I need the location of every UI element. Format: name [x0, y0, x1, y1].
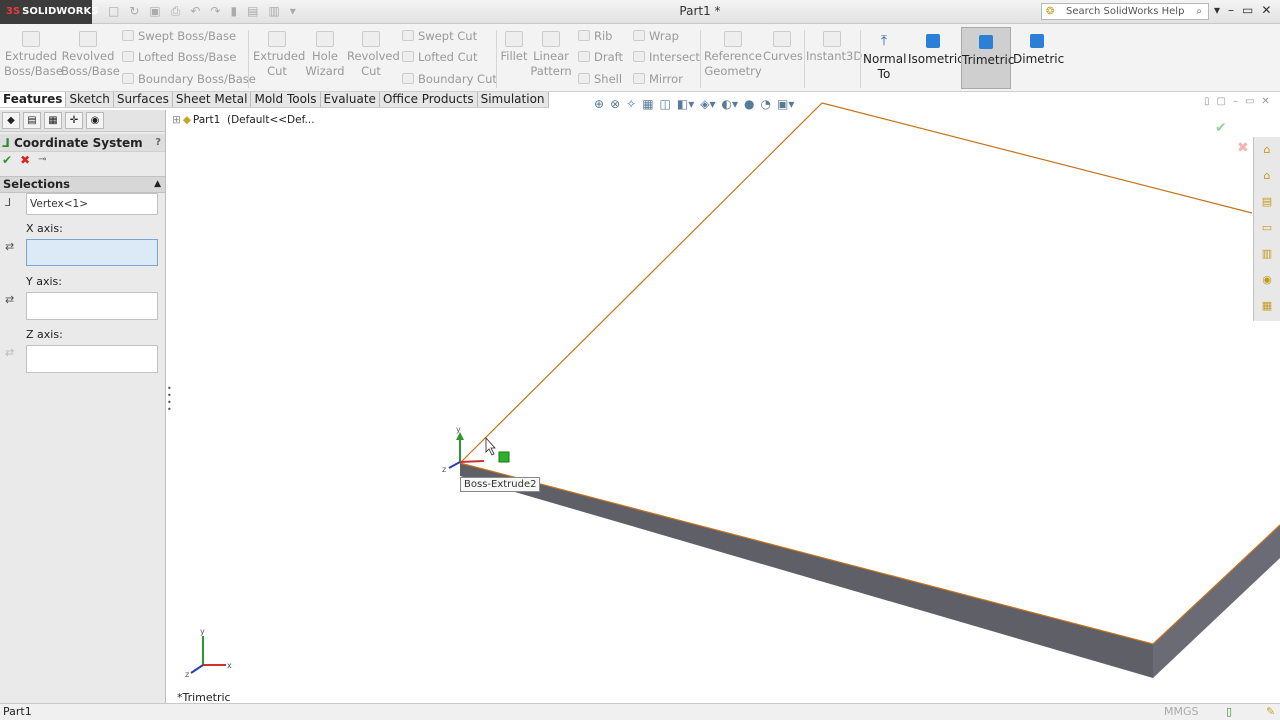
quick-tips-icon[interactable]: ✎ [1266, 704, 1275, 720]
configuration-manager-tab-icon[interactable]: ▦ [44, 112, 62, 129]
view-triad-z-label: z [185, 670, 189, 679]
display-style-icon[interactable]: ◈▾ [700, 97, 715, 111]
z-axis-field[interactable] [26, 345, 158, 373]
view-triad-z-axis [190, 664, 204, 674]
task-pane-tabs: ⌂ ⌂ ▤ ▭ ▥ ◉ ▦ [1253, 137, 1280, 321]
x-axis-field[interactable] [26, 239, 158, 266]
part-icon: ◆ [182, 114, 191, 126]
selected-edge-front[interactable] [459, 462, 1154, 645]
coord-z-label: z [442, 465, 446, 474]
doc-restore-icon[interactable]: ▭ [1245, 96, 1254, 107]
mouse-cursor-icon [485, 436, 496, 456]
tree-part-name: Part1 [192, 114, 221, 126]
y-axis-field[interactable] [26, 292, 158, 320]
flyout-feature-tree[interactable]: ⊞ ◆ Part1 (Default<<Def... [172, 114, 315, 126]
side-face-right [1153, 525, 1280, 678]
z-axis-label: Z axis: [26, 328, 63, 341]
selected-edge-left[interactable] [459, 102, 823, 464]
panel-splitter-handle[interactable]: • • • • [167, 385, 173, 414]
file-explorer-icon[interactable]: ▭ [1254, 215, 1280, 241]
reverse-z-direction-icon[interactable]: ⇄ [5, 346, 19, 360]
home-icon[interactable]: ⌂ [1254, 163, 1280, 189]
reverse-y-direction-icon[interactable]: ⇄ [5, 293, 19, 307]
coord-y-label: y [456, 425, 461, 434]
document-window-controls: ▯ ▢ – ▭ ✕ [1204, 96, 1270, 107]
tile-icon[interactable]: ▯ [1204, 96, 1210, 107]
property-manager-tab-icon[interactable]: ▤ [23, 112, 41, 129]
pm-title-text: Coordinate System [14, 136, 143, 150]
design-library-icon[interactable]: ▤ [1254, 189, 1280, 215]
view-settings-icon[interactable]: ▣▾ [777, 97, 794, 111]
tree-config-name: (Default<<Def... [227, 114, 315, 126]
doc-close-icon[interactable]: ✕ [1261, 96, 1269, 107]
side-face-front [460, 463, 1153, 678]
help-button[interactable]: ? [155, 134, 161, 152]
unit-system-selector[interactable]: MMGS [1164, 704, 1199, 720]
selected-edge-back[interactable] [821, 102, 1253, 214]
display-manager-tab-icon[interactable]: ◉ [86, 112, 104, 129]
cancel-x-icon[interactable]: ✖ [20, 152, 30, 168]
status-document-name: Part1 [3, 705, 32, 718]
feature-manager-tab-icon[interactable]: ◆ [2, 112, 20, 129]
solidworks-resources-icon[interactable]: ⌂ [1254, 137, 1280, 163]
view-triad-y-label: y [200, 627, 205, 636]
pm-action-buttons: ✔ ✖ ⊸ [0, 152, 165, 168]
confirm-cancel-icon[interactable]: ✖ [1237, 140, 1249, 156]
view-orientation-icon[interactable]: ◧▾ [677, 97, 694, 111]
previous-view-icon[interactable]: ✧ [626, 97, 636, 111]
manager-tabs: ◆ ▤ ▦ ✛ ◉ [0, 110, 165, 132]
ok-check-icon[interactable]: ✔ [2, 152, 12, 168]
section-view-icon[interactable]: ▦ [642, 97, 653, 111]
zoom-to-area-icon[interactable]: ⊗ [610, 97, 620, 111]
collapse-caret-icon[interactable]: ▲ [154, 177, 161, 192]
coord-z-axis [448, 461, 461, 469]
appearances-icon[interactable]: ◉ [1254, 267, 1280, 293]
zoom-to-fit-icon[interactable]: ⊕ [594, 97, 604, 111]
expand-icon[interactable]: ⊞ [172, 114, 181, 126]
selections-group-header[interactable]: Selections ▲ [0, 176, 165, 193]
origin-icon: ⅃ [5, 196, 12, 209]
x-axis-label: X axis: [26, 222, 63, 235]
edit-appearance-icon[interactable]: ● [744, 97, 754, 111]
view-triad-x-label: x [227, 661, 232, 670]
y-axis-label: Y axis: [26, 275, 62, 288]
dimxpert-manager-tab-icon[interactable]: ✛ [65, 112, 83, 129]
doc-minimize-icon[interactable]: – [1233, 96, 1238, 107]
coord-x-axis [459, 460, 485, 463]
hide-show-items-icon[interactable]: ◐▾ [722, 97, 739, 111]
apply-scene-icon[interactable]: ◔ [761, 97, 771, 111]
confirm-ok-icon[interactable]: ✔ [1215, 120, 1227, 136]
property-manager-panel: ◆ ▤ ▦ ✛ ◉ ⅃ Coordinate System ? ✔ ✖ ⊸ Se… [0, 110, 166, 703]
status-bar: Part1 MMGS ▯ ✎ [0, 703, 1280, 720]
view-palette-icon[interactable]: ▥ [1254, 241, 1280, 267]
pushpin-icon[interactable]: ⊸ [38, 152, 46, 168]
origin-field[interactable]: Vertex<1> [26, 193, 158, 215]
heads-up-view-toolbar: ⊕ ⊗ ✧ ▦ ◫ ◧▾ ◈▾ ◐▾ ● ◔ ▣▾ [594, 97, 794, 111]
split-icon[interactable]: ▢ [1217, 96, 1226, 107]
custom-properties-icon[interactable]: ▦ [1254, 293, 1280, 319]
vertex-selection-marker[interactable] [498, 451, 510, 463]
selections-label: Selections [3, 177, 71, 191]
property-manager-title: ⅃ Coordinate System ? [0, 134, 165, 152]
reverse-x-direction-icon[interactable]: ⇄ [5, 240, 19, 254]
feature-tooltip: Boss-Extrude2 [460, 477, 541, 492]
selected-edge-right[interactable] [1152, 524, 1280, 645]
dynamic-annotation-icon[interactable]: ◫ [660, 97, 671, 111]
rebuild-status-icon[interactable]: ▯ [1226, 704, 1232, 720]
coordinate-system-icon: ⅃ [2, 136, 10, 150]
